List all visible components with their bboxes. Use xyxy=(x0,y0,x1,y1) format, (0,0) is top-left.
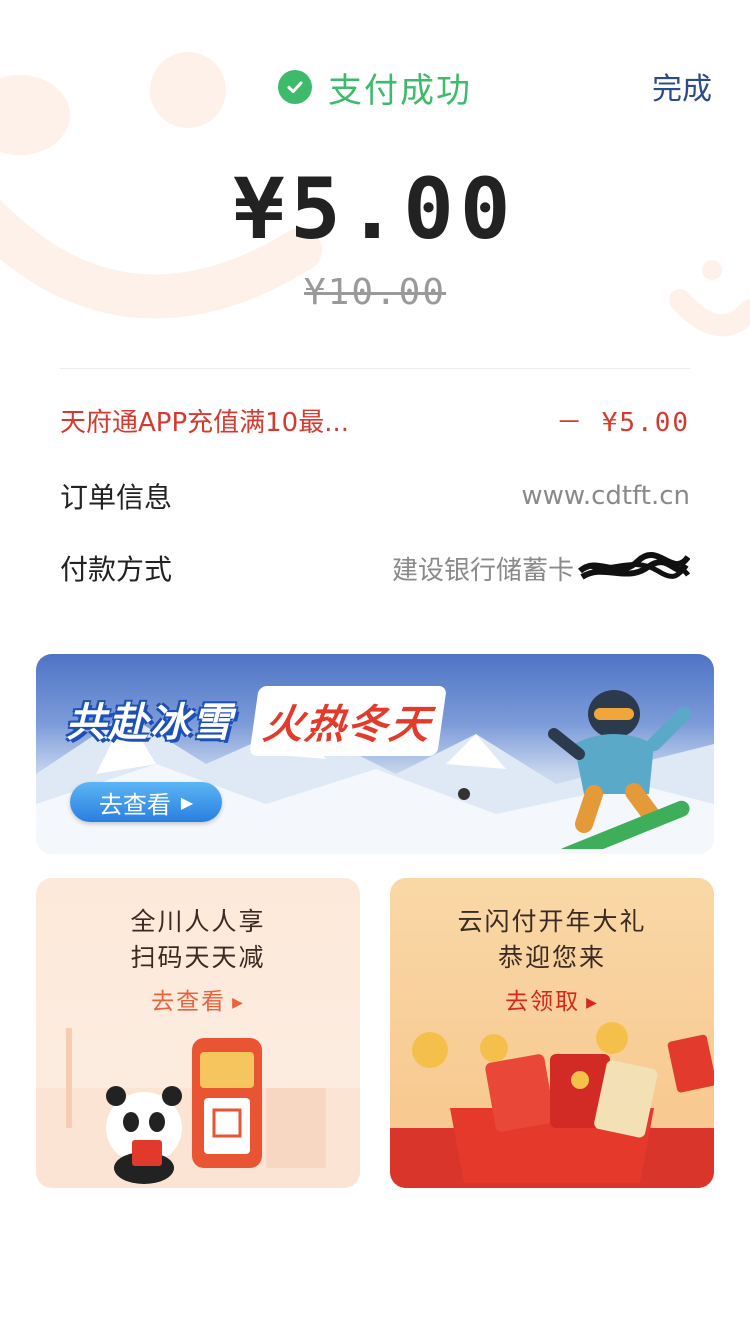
snowboarder-illustration xyxy=(548,690,691,849)
payment-method-value: 建设银行储蓄卡 xyxy=(392,550,690,587)
caret-right-icon: ▶ xyxy=(586,994,599,1011)
card-title-line2: 扫码天天减 xyxy=(130,943,266,972)
banner-title-1: 共赴冰雪 xyxy=(66,700,234,746)
check-circle-icon xyxy=(278,70,312,104)
play-arrow-icon: ▶ xyxy=(180,792,194,812)
card-title-line1: 云闪付开年大礼 xyxy=(457,907,647,936)
done-button[interactable]: 完成 xyxy=(652,64,712,108)
promo-card-scan-discount[interactable]: 全川人人享 扫码天天减 去查看 ▶ xyxy=(36,878,360,1188)
winter-promo-banner[interactable]: 共赴冰雪 火热冬天 去查看 ▶ xyxy=(36,654,714,854)
caret-right-icon: ▶ xyxy=(232,994,245,1011)
card-cta-label: 去查看 xyxy=(151,989,227,1015)
card-title-line1: 全川人人享 xyxy=(130,907,266,936)
order-info-value: www.cdtft.cn xyxy=(521,481,690,511)
status-text: 支付成功 xyxy=(328,70,472,111)
discount-label: 天府通APP充值满10最... xyxy=(60,407,350,438)
payment-status: 支付成功 xyxy=(0,62,750,112)
panda-phone-illustration xyxy=(36,1028,360,1188)
gift-box-illustration xyxy=(390,1022,714,1188)
order-info-label: 订单信息 xyxy=(60,481,173,514)
paid-amount: ¥5.00 xyxy=(233,160,517,258)
divider xyxy=(60,368,690,369)
card-cta-link[interactable]: 去领取 ▶ xyxy=(390,982,714,1016)
card-cta-link[interactable]: 去查看 ▶ xyxy=(36,982,360,1016)
payment-method-row: 付款方式 建设银行储蓄卡 xyxy=(60,546,690,590)
card-title-line2: 恭迎您来 xyxy=(497,943,606,972)
card-cta-label: 去领取 xyxy=(505,989,581,1015)
banner-view-button[interactable]: 去查看 ▶ xyxy=(70,782,222,822)
discount-value: － ¥5.00 xyxy=(556,407,690,438)
banner-title-2: 火热冬天 xyxy=(249,686,447,756)
order-info-row[interactable]: 订单信息 www.cdtft.cn xyxy=(60,474,690,518)
original-amount: ¥10.00 xyxy=(303,272,447,313)
redaction-scribble xyxy=(578,552,690,580)
discount-row: 天府通APP充值满10最... － ¥5.00 xyxy=(60,398,690,442)
banner-view-label: 去查看 xyxy=(98,790,171,819)
promo-card-new-year-gift[interactable]: 云闪付开年大礼 恭迎您来 去领取 ▶ xyxy=(390,878,714,1188)
payment-method-label: 付款方式 xyxy=(60,553,173,586)
bank-card-name: 建设银行储蓄卡 xyxy=(391,555,574,586)
